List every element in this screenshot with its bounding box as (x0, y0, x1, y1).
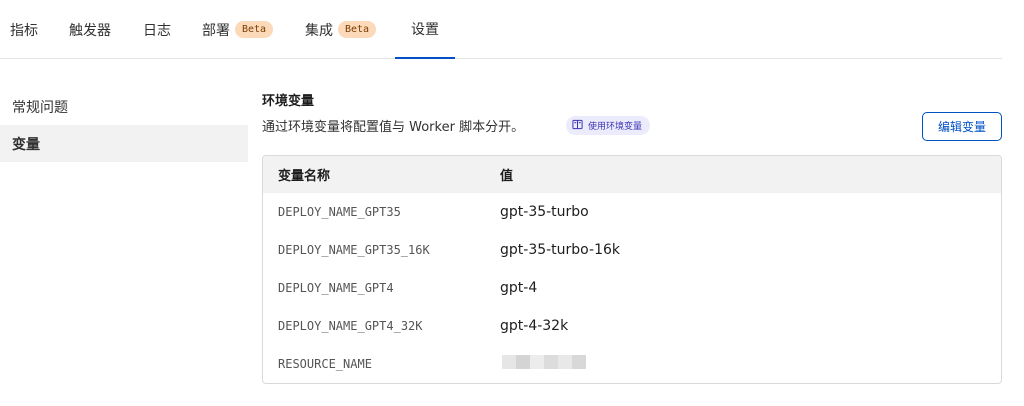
tab-label: 指标 (10, 22, 38, 39)
table-row: DEPLOY_NAME_GPT4 gpt-4 (263, 269, 1001, 307)
tab-integrations[interactable]: 集成 Beta (305, 0, 377, 59)
tab-label: 设置 (411, 21, 439, 38)
column-header-name: 变量名称 (278, 169, 331, 184)
table-row: DEPLOY_NAME_GPT4_32K gpt-4-32k (263, 307, 1001, 345)
redacted-value (502, 355, 586, 369)
book-icon (572, 119, 583, 133)
sidebar-item-label: 常规问题 (12, 99, 68, 116)
tab-triggers[interactable]: 触发器 (69, 0, 111, 59)
tab-logs[interactable]: 日志 (143, 0, 171, 59)
settings-sidebar: 常规问题 变量 (0, 88, 248, 162)
tab-label: 触发器 (69, 22, 111, 39)
table-header: 变量名称 值 (263, 156, 1001, 193)
variable-name: DEPLOY_NAME_GPT35_16K (278, 243, 430, 257)
sidebar-item-general[interactable]: 常规问题 (0, 88, 248, 125)
tab-bar: 指标 触发器 日志 部署 Beta 集成 Beta 设置 (0, 0, 1002, 59)
tab-settings[interactable]: 设置 (395, 0, 455, 59)
variable-name: DEPLOY_NAME_GPT4_32K (278, 319, 423, 333)
variable-name: DEPLOY_NAME_GPT35 (278, 205, 401, 219)
tab-label: 日志 (143, 22, 171, 39)
beta-badge: Beta (235, 21, 274, 38)
variable-value: gpt-35-turbo (500, 204, 589, 220)
tab-label: 集成 (305, 22, 333, 39)
variable-value: gpt-35-turbo-16k (500, 242, 620, 258)
tab-metrics[interactable]: 指标 (10, 0, 38, 59)
column-header-value: 值 (500, 169, 514, 184)
variable-value (500, 355, 1001, 373)
variable-name: DEPLOY_NAME_GPT4 (278, 281, 394, 295)
tab-deployments[interactable]: 部署 Beta (202, 0, 274, 59)
table-row: RESOURCE_NAME (263, 345, 1001, 383)
section-title: 环境变量 (262, 94, 315, 109)
env-vars-table: 变量名称 值 DEPLOY_NAME_GPT35 gpt-35-turbo DE… (262, 155, 1002, 384)
table-row: DEPLOY_NAME_GPT35_16K gpt-35-turbo-16k (263, 231, 1001, 269)
sidebar-item-variables[interactable]: 变量 (0, 125, 248, 162)
tab-label: 部署 (202, 22, 230, 39)
table-row: DEPLOY_NAME_GPT35 gpt-35-turbo (263, 193, 1001, 231)
variable-value: gpt-4 (500, 280, 538, 296)
variable-name: RESOURCE_NAME (278, 357, 372, 371)
section-description: 通过环境变量将配置值与 Worker 脚本分开。 (262, 120, 525, 135)
sidebar-item-label: 变量 (12, 136, 40, 153)
variable-value: gpt-4-32k (500, 318, 569, 334)
doc-link-label: 使用环境变量 (588, 122, 643, 132)
beta-badge: Beta (338, 21, 377, 38)
env-vars-doc-link[interactable]: 使用环境变量 (566, 116, 651, 135)
edit-variables-button[interactable]: 编辑变量 (922, 112, 1002, 141)
